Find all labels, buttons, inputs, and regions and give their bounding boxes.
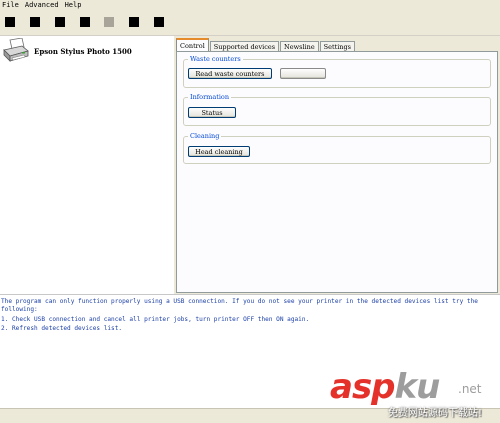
- log-line: 1. Check USB connection and cancel all p…: [1, 316, 310, 323]
- toolbar-button-5-icon[interactable]: [104, 17, 114, 27]
- toolbar-button-1-icon[interactable]: [5, 17, 15, 27]
- log-line: 2. Refresh detected devices list.: [1, 325, 123, 332]
- tab-strip: Control Supported devices Newsline Setti…: [176, 38, 356, 52]
- toolbar-button-2-icon[interactable]: [30, 17, 40, 27]
- message-log: The program can only function properly u…: [0, 294, 500, 409]
- menu-help[interactable]: Help: [62, 0, 85, 11]
- printer-icon: [3, 38, 29, 62]
- tab-control[interactable]: Control: [176, 38, 209, 52]
- read-waste-counters-button[interactable]: Read waste counters: [188, 68, 272, 79]
- cleaning-title: Cleaning: [188, 132, 222, 140]
- toolbar: [0, 11, 500, 36]
- information-group: Information Status: [183, 93, 491, 126]
- log-line: following:: [1, 306, 38, 313]
- device-label: Epson Stylus Photo 1500: [34, 46, 132, 56]
- toolbar-button-7-icon[interactable]: [154, 17, 164, 27]
- waste-counters-title: Waste counters: [188, 55, 243, 63]
- device-item[interactable]: Epson Stylus Photo 1500: [2, 38, 132, 64]
- control-area: Control Supported devices Newsline Setti…: [174, 36, 500, 294]
- head-cleaning-button[interactable]: Head cleaning: [188, 146, 250, 157]
- waste-counters-group: Waste counters Read waste counters: [183, 55, 491, 88]
- status-bar: [0, 408, 500, 423]
- menu-advanced[interactable]: Advanced: [22, 0, 62, 11]
- log-line: The program can only function properly u…: [1, 298, 478, 305]
- control-panel: Waste counters Read waste counters Infor…: [176, 51, 498, 293]
- toolbar-button-4-icon[interactable]: [80, 17, 90, 27]
- menu-bar: File Advanced Help: [0, 0, 500, 11]
- information-title: Information: [188, 93, 232, 101]
- reset-waste-counters-button[interactable]: [280, 68, 326, 79]
- menu-file[interactable]: File: [0, 0, 22, 11]
- device-list: Epson Stylus Photo 1500: [0, 36, 174, 294]
- toolbar-button-3-icon[interactable]: [55, 17, 65, 27]
- status-button[interactable]: Status: [188, 107, 236, 118]
- cleaning-group: Cleaning Head cleaning: [183, 132, 491, 164]
- toolbar-button-6-icon[interactable]: [129, 17, 139, 27]
